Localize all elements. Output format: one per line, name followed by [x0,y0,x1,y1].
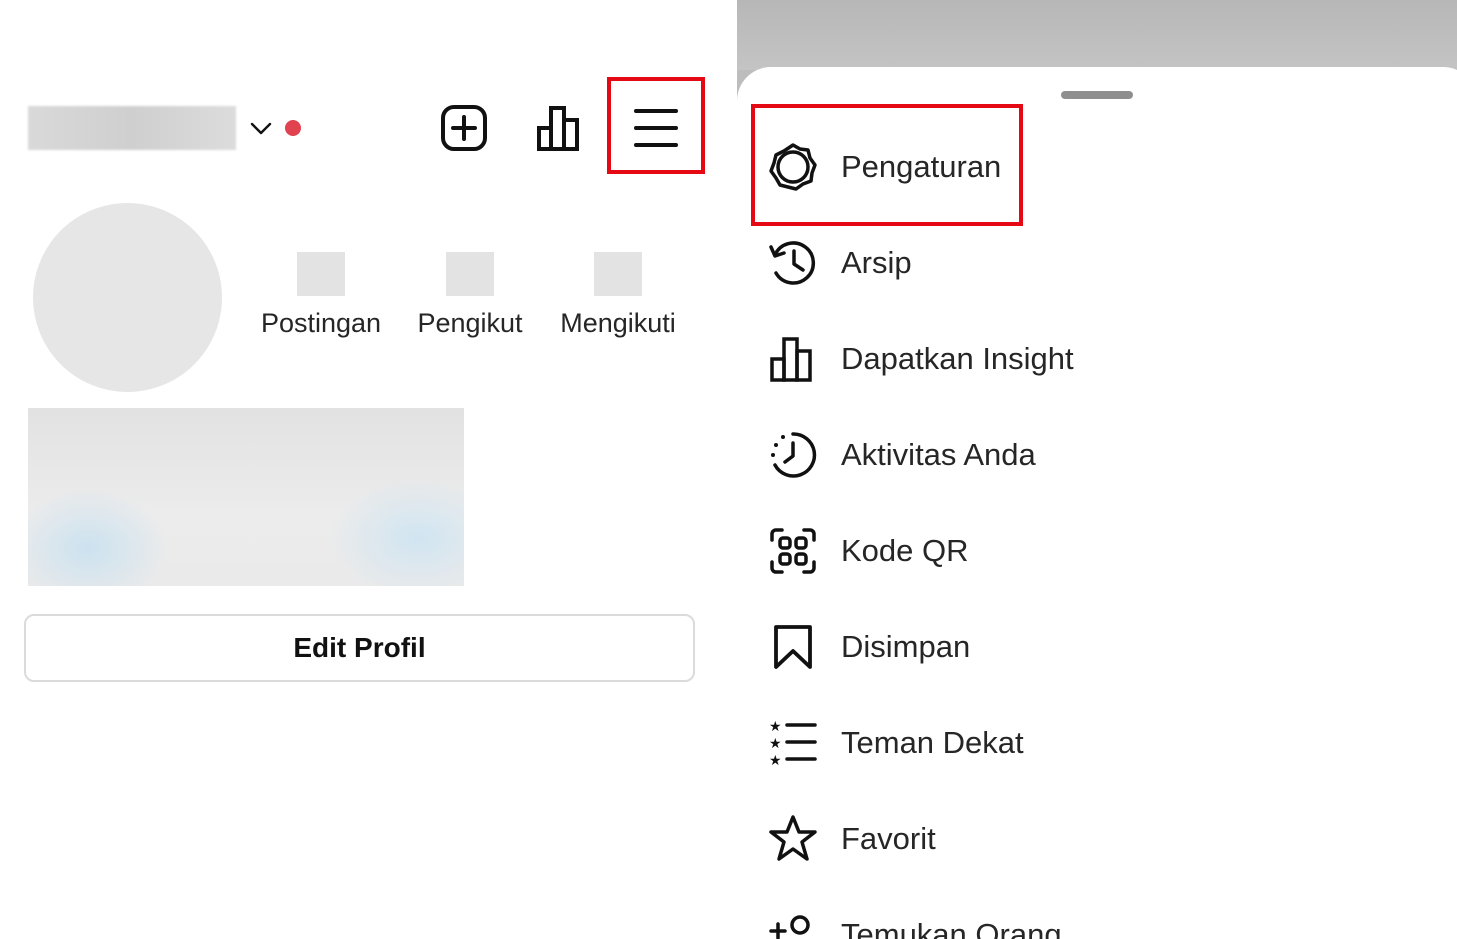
stat-posts[interactable]: Postingan [258,252,384,339]
svg-text:★: ★ [769,753,782,769]
bookmark-icon [774,625,812,669]
menu-button-highlight [607,77,705,174]
stat-label: Postingan [260,308,382,338]
menu-overlay: Pengaturan Arsip Dapatkan Insight Aktivi… [737,0,1457,939]
settings-highlight [751,104,1023,226]
activity-icon [771,432,817,478]
svg-text:★: ★ [769,719,782,735]
menu-item-close-friends[interactable]: ★ ★ ★ Teman Dekat [767,708,1367,778]
avatar[interactable] [33,203,222,392]
bottom-sheet: Pengaturan Arsip Dapatkan Insight Aktivi… [737,67,1457,939]
menu-item-archive[interactable]: Arsip [767,228,1367,298]
menu-item-label: Favorit [841,821,936,856]
background-blur [737,0,1457,70]
stat-count-redacted [594,252,642,296]
menu-item-discover-people[interactable]: Temukan Orang [767,900,1367,939]
archive-icon [769,241,816,285]
new-post-icon[interactable] [438,102,490,154]
close-friends-icon: ★ ★ ★ [769,719,817,769]
menu-item-label: Teman Dekat [841,725,1024,760]
menu-item-label: Aktivitas Anda [841,437,1036,472]
stat-count-redacted [446,252,494,296]
drag-handle[interactable] [1061,91,1133,99]
profile-screen: Postingan Pengikut Mengikuti Edit Profil [0,0,737,939]
notification-dot [285,120,301,136]
menu-item-label: Kode QR [841,533,969,568]
svg-text:★: ★ [769,736,782,752]
stat-followers[interactable]: Pengikut [414,252,526,339]
bio-redacted [28,408,464,586]
stat-count-redacted [297,252,345,296]
menu-item-saved[interactable]: Disimpan [767,612,1367,682]
menu-item-label: Disimpan [841,629,971,664]
chevron-down-icon[interactable] [249,116,273,140]
add-person-icon [769,915,810,939]
menu-item-label: Dapatkan Insight [841,341,1074,376]
menu-item-label: Arsip [841,245,912,280]
username-redacted[interactable] [28,106,236,150]
star-icon [769,815,817,861]
menu-item-qr-code[interactable]: Kode QR [767,516,1367,586]
menu-item-activity[interactable]: Aktivitas Anda [767,420,1367,490]
edit-profile-button[interactable]: Edit Profil [24,614,695,682]
menu-item-insights[interactable]: Dapatkan Insight [767,324,1367,394]
qr-code-icon [770,528,816,574]
menu-item-label: Temukan Orang [841,917,1062,939]
stat-label: Pengikut [417,308,523,338]
insights-icon [770,337,812,382]
insights-icon[interactable] [534,102,586,154]
stat-label: Mengikuti [560,308,676,338]
menu-item-favorites[interactable]: Favorit [767,804,1367,874]
stat-following[interactable]: Mengikuti [556,252,680,339]
